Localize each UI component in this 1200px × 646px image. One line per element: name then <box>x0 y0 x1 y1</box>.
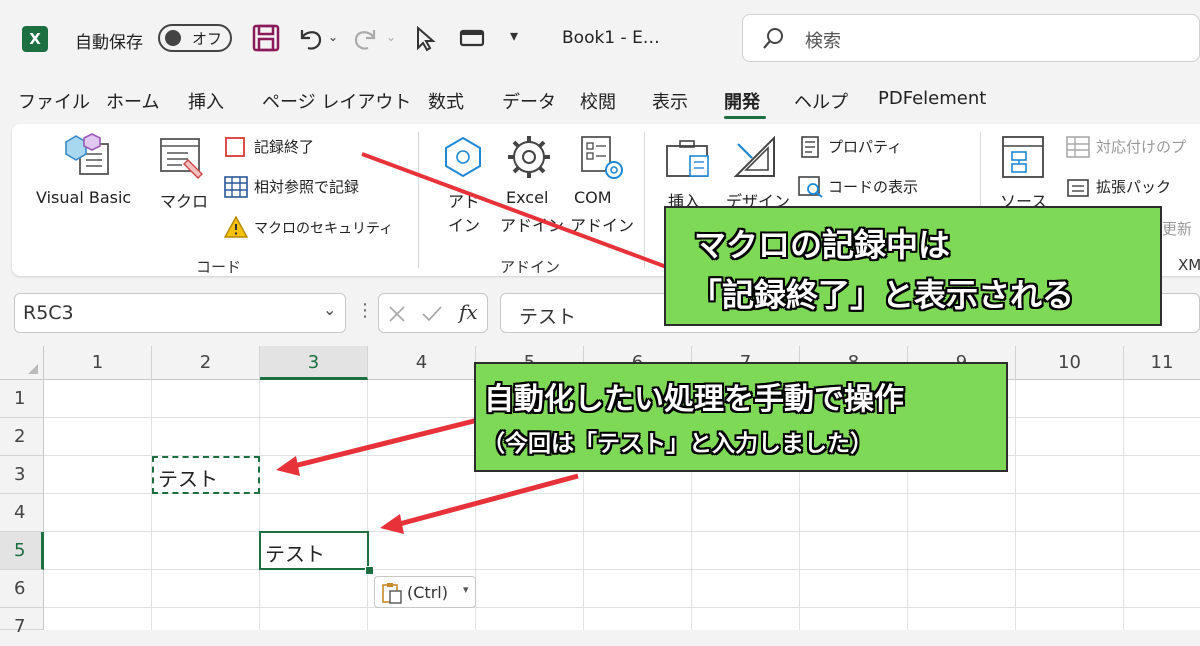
callout-recording: マクロの記録中は 「記録終了」と表示される <box>664 206 1162 326</box>
arrow-to-cell-r3c2 <box>285 415 487 471</box>
callout-recording-line1: マクロの記録中は <box>694 226 951 264</box>
callout-recording-line2: 「記録終了」と表示される <box>690 276 1075 314</box>
arrowhead <box>276 456 300 476</box>
arrow-to-stop-recording <box>361 152 681 274</box>
callout-manual-line2: （今回は「テスト」と入力しました） <box>482 431 873 457</box>
callout-manual-operation: 自動化したい処理を手動で操作 （今回は「テスト」と入力しました） <box>474 362 1008 472</box>
arrow-to-cell-r5c3 <box>391 473 579 529</box>
arrowhead <box>380 514 404 534</box>
callout-manual-line1: 自動化したい処理を手動で操作 <box>484 382 904 417</box>
